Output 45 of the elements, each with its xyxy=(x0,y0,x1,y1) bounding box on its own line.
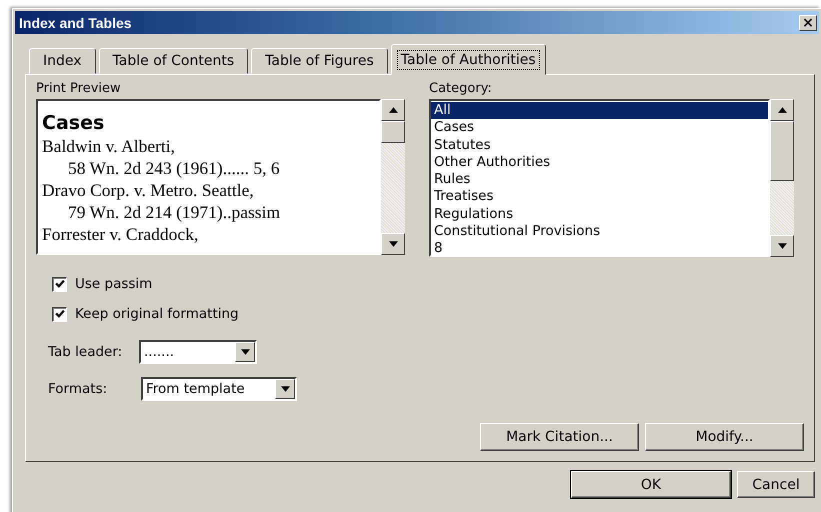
scrollbar-thumb[interactable] xyxy=(770,121,794,181)
checkbox-label: Use passim xyxy=(75,276,152,292)
tab[interactable]: Table of Authorities xyxy=(390,44,546,75)
dropdown[interactable]: ....... xyxy=(139,340,257,364)
down-arrow-icon xyxy=(388,241,398,247)
preview-label: Print Preview xyxy=(36,81,122,98)
dropdown-label: Tab leader: xyxy=(48,344,124,360)
checkbox[interactable] xyxy=(52,306,67,322)
list-item[interactable]: Rules xyxy=(431,171,768,188)
category-label: Category: xyxy=(429,81,493,98)
tab[interactable]: Table of Contents xyxy=(98,48,248,74)
preview-entry: Baldwin v. Alberti, xyxy=(42,135,176,157)
preview-entry: 58 Wn. 2d 243 (1961)...... 5, 6 xyxy=(67,157,281,179)
dropdown[interactable]: From template xyxy=(141,376,297,400)
up-arrow-icon xyxy=(388,107,398,113)
scrollbar[interactable] xyxy=(381,99,405,255)
down-arrow-icon xyxy=(778,243,786,249)
tab[interactable]: Index xyxy=(29,48,96,74)
preview-entry: Forrester v. Craddock, xyxy=(42,223,200,245)
list-item[interactable]: All xyxy=(431,102,768,120)
list-item[interactable]: Statutes xyxy=(431,136,768,154)
list-item[interactable]: Treatises xyxy=(431,188,768,206)
preview-entry: Dravo Corp. v. Metro. Seattle, xyxy=(42,179,255,201)
list-item[interactable]: 8 xyxy=(431,240,768,255)
scrollbar-thumb[interactable] xyxy=(381,121,405,143)
caret-icon xyxy=(240,348,250,354)
caret-icon xyxy=(280,386,290,392)
dropdown-label: Formats: xyxy=(48,380,108,396)
button[interactable]: Modify... xyxy=(645,423,804,451)
list-item[interactable]: Constitutional Provisions xyxy=(431,223,768,240)
button[interactable]: Mark Citation... xyxy=(480,423,639,451)
scrollbar[interactable] xyxy=(770,99,794,257)
preview-heading: Cases xyxy=(42,111,106,135)
default-button[interactable]: OK xyxy=(571,471,731,498)
checkbox[interactable] xyxy=(52,276,67,292)
list-item[interactable]: Other Authorities xyxy=(431,154,768,172)
window-title: Index and Tables xyxy=(18,14,132,30)
preview-entry: 79 Wn. 2d 214 (1971)..passim xyxy=(67,201,282,223)
button[interactable]: Cancel xyxy=(737,471,815,498)
checkbox-label: Keep original formatting xyxy=(75,306,239,322)
up-arrow-icon xyxy=(778,107,786,113)
close-button[interactable]: × xyxy=(799,14,817,30)
tab[interactable]: Table of Figures xyxy=(251,48,388,74)
list-item[interactable]: Regulations xyxy=(431,206,768,224)
list-item[interactable]: Cases xyxy=(431,119,768,137)
